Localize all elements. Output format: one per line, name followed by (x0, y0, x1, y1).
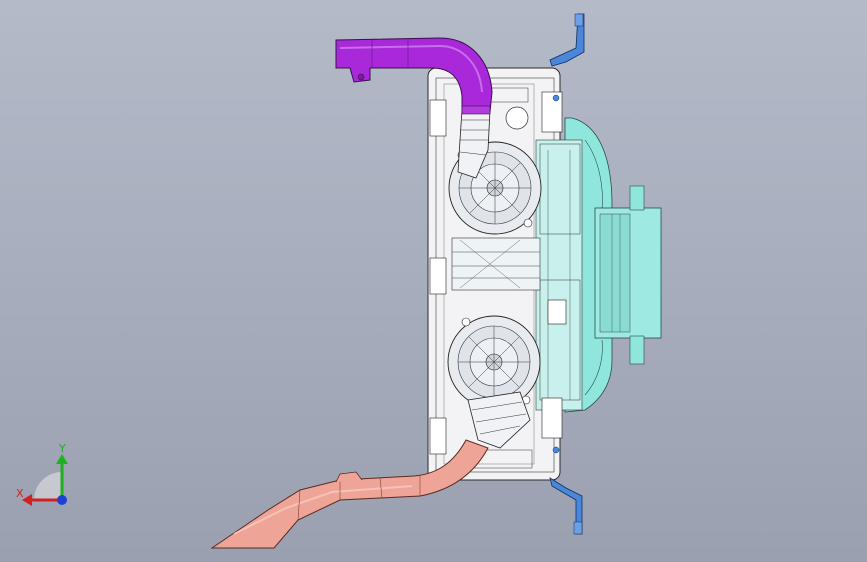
graphics-viewport[interactable]: Y X (0, 0, 867, 562)
triad-y-arrow-icon (56, 454, 68, 464)
fan-lower[interactable] (447, 315, 541, 409)
triad-z-icon (57, 495, 67, 505)
coordinate-triad: Y X (16, 442, 68, 506)
model-view[interactable]: Y X (0, 0, 867, 562)
upper-duct[interactable] (335, 37, 493, 115)
triad-x-label: X (16, 487, 24, 500)
triad-y-label: Y (58, 442, 66, 455)
